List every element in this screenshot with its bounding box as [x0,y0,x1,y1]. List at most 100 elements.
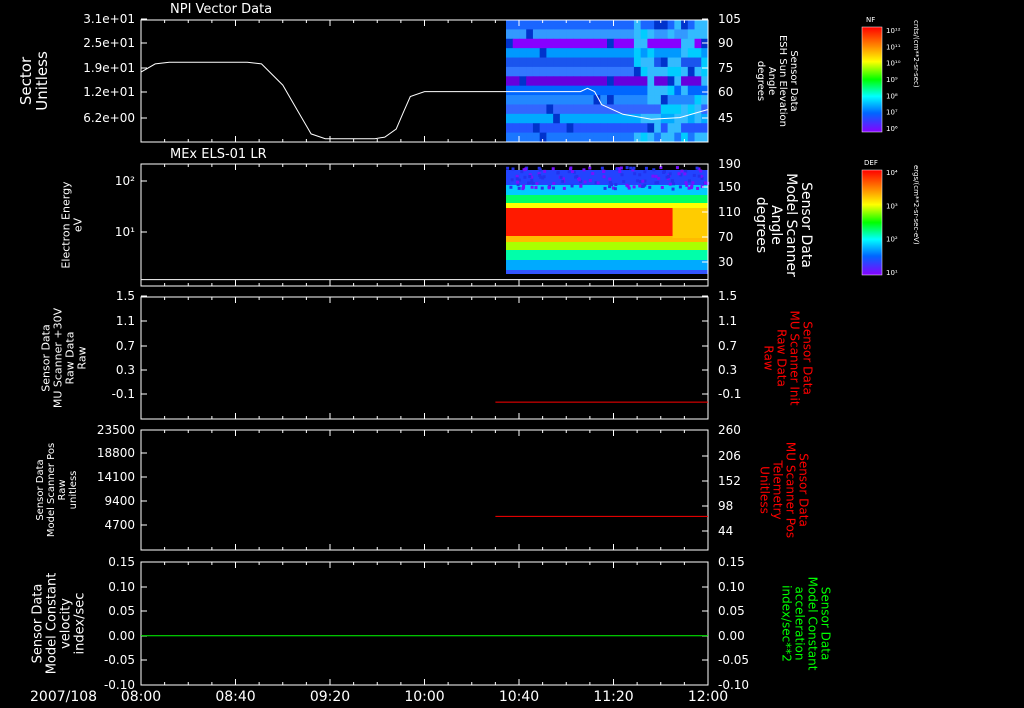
heatmap-cell [532,76,541,87]
heatmap-cell [519,38,527,49]
heatmap-speck [610,183,614,187]
heatmap-cell [613,85,621,96]
heatmap-cell [633,113,642,124]
left-tick-label: 18800 [97,446,135,460]
heatmap-cell [667,132,675,143]
heatmap-speck [677,172,681,176]
right-tick-label: 0.7 [718,339,737,353]
heatmap-cell [506,95,514,105]
heatmap-cell [654,76,662,87]
heatmap-cell [512,123,520,134]
heatmap-speck [515,177,519,181]
heatmap-cell [681,29,689,40]
right-axis-label-mu_raw: Sensor DataMU Scanner InitRaw DataRaw [762,310,815,405]
heatmap-speck [668,172,672,176]
right-axis-label-mu_pos-line: Telemetry [771,459,785,519]
heatmap-cell [573,38,581,49]
heatmap-cell [681,85,689,96]
heatmap-speck [690,184,694,188]
heatmap-cell [566,113,574,124]
left-axis-label-mu_raw-line: Raw [76,346,89,369]
heatmap-cell [660,66,669,77]
left-axis-label-mu_raw: Sensor Data MU Scanner +30V Raw Data Raw [40,307,89,408]
heatmap-speck [684,169,688,173]
heatmap-cell [627,57,635,68]
heatmap-cell [701,20,709,30]
heatmap-cell [701,95,709,105]
heatmap-cell [539,85,547,96]
left-tick-label: 14100 [97,470,135,484]
heatmap-cell [539,123,547,134]
heatmap-cell [660,104,669,115]
heatmap-cell [640,95,648,105]
heatmap-cell [620,132,628,143]
right-tick-label: 45 [718,111,733,125]
heatmap-speck [506,166,510,170]
heatmap-cell [573,57,581,68]
colorbar-tick-label: 10⁹ [886,76,898,84]
heatmap-cell [607,95,615,105]
heatmap-cell [539,95,547,105]
heatmap-speck [561,179,565,183]
heatmap-cell [687,76,696,87]
left-axis-label-mu_pos: Sensor Data Model Scanner Pos Raw unitless [35,443,79,537]
colorbar-tick-label: 10¹² [886,27,901,35]
colorbar-nf-unit: cnts/(cm**2-sr-sec) [912,20,920,88]
heatmap-cell [627,132,635,143]
heatmap-cell [647,104,655,115]
heatmap-cell [546,95,554,105]
heatmap-speck [528,174,532,178]
heatmap-band [506,242,708,250]
right-tick-label: 206 [718,449,741,463]
heatmap-cell [546,66,554,77]
left-tick-label: 0.00 [108,629,135,643]
heatmap-speck [648,185,652,189]
panel-title-npi: NPI Vector Data [170,2,272,17]
heatmap-cell [660,95,669,105]
heatmap-cell [553,104,561,115]
heatmap-speck [575,174,579,178]
heatmap-cell [607,38,615,49]
time-tick-label: 08:00 [121,689,161,705]
heatmap-cell [701,29,709,40]
heatmap-cell [613,48,621,59]
heatmap-cell [539,57,547,68]
right-tick-label: 75 [718,61,733,75]
right-tick-label: 260 [718,423,741,437]
heatmap-cell [667,76,675,87]
left-tick-labels: 3.1e+01 2.5e+01 1.9e+01 1.2e+01 6.2e+00 10² 10… [83,12,135,692]
left-tick-label: 0.10 [108,580,135,594]
heatmap-cell [519,29,527,40]
left-tick-label: 23500 [97,423,135,437]
heatmap-cell [573,123,581,134]
heatmap-speck [672,182,676,186]
heatmap-cell [600,57,608,68]
left-axis-label-els-line: eV [72,217,85,232]
heatmap-cell [593,29,601,40]
heatmap-cell [633,123,642,134]
heatmap-band [506,270,708,274]
heatmap-cell [506,48,514,59]
right-tick-label: 44 [718,524,733,538]
heatmap-cell [667,85,675,96]
heatmap-cell [553,66,561,77]
left-axis-label-model_const-line: index/sec [72,593,87,655]
panel-frame-mu-raw [140,296,709,420]
heatmap-cell [694,29,702,40]
heatmap-cell [539,48,547,59]
left-tick-label: 10¹ [115,225,135,239]
right-axis-label-model_const-line: acceleration [793,587,807,661]
heatmap-cell [573,29,581,40]
heatmap-cell [701,48,709,59]
heatmap-speck [615,167,619,171]
right-tick-label: 0.3 [718,363,737,377]
heatmap-cell [580,85,588,96]
heatmap-cell [559,66,568,77]
right-axis-label-npi-line: Sensor Data [788,50,799,111]
heatmap-cell [519,66,527,77]
right-tick-label: 1.5 [718,289,737,303]
heatmap-cell [512,48,520,59]
heatmap-cell [546,123,554,134]
heatmap-cell [620,66,628,77]
heatmap-speck [523,175,527,179]
